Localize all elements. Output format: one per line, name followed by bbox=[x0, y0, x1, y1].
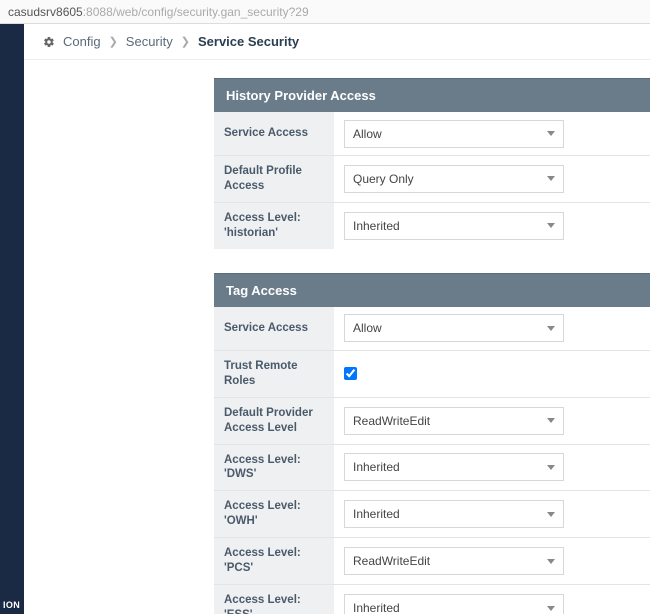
select-value: Inherited bbox=[353, 507, 400, 521]
section-history-provider-access: History Provider Access Service Access A… bbox=[214, 78, 650, 249]
select-value: Query Only bbox=[353, 172, 414, 186]
field-label: Trust Remote Roles bbox=[214, 351, 334, 397]
row-access-level-historian: Access Level: 'historian' Inherited bbox=[214, 203, 650, 249]
field-label: Access Level: 'ESS' bbox=[214, 585, 334, 614]
breadcrumb-item-security[interactable]: Security bbox=[126, 34, 173, 49]
chevron-down-icon bbox=[547, 176, 555, 181]
access-level-historian-select[interactable]: Inherited bbox=[344, 212, 564, 240]
field-label: Access Level: 'OWH' bbox=[214, 491, 334, 537]
select-value: Inherited bbox=[353, 601, 400, 614]
row-access-level-ess: Access Level: 'ESS' Inherited bbox=[214, 585, 650, 614]
access-level-pcs-select[interactable]: ReadWriteEdit bbox=[344, 547, 564, 575]
field-label: Access Level: 'PCS' bbox=[214, 538, 334, 584]
row-access-level-pcs: Access Level: 'PCS' ReadWriteEdit bbox=[214, 538, 650, 585]
url-host: casudsrv8605 bbox=[8, 5, 83, 19]
select-value: ReadWriteEdit bbox=[353, 554, 430, 568]
section-header: History Provider Access bbox=[214, 78, 650, 112]
field-label: Service Access bbox=[214, 112, 334, 155]
row-access-level-owh: Access Level: 'OWH' Inherited bbox=[214, 491, 650, 538]
trust-remote-roles-checkbox[interactable] bbox=[344, 367, 357, 380]
row-default-provider-access-level: Default Provider Access Level ReadWriteE… bbox=[214, 398, 650, 445]
chevron-down-icon bbox=[547, 223, 555, 228]
default-provider-access-level-select[interactable]: ReadWriteEdit bbox=[344, 407, 564, 435]
access-level-owh-select[interactable]: Inherited bbox=[344, 500, 564, 528]
field-label: Default Provider Access Level bbox=[214, 398, 334, 444]
service-access-select[interactable]: Allow bbox=[344, 120, 564, 148]
row-access-level-dws: Access Level: 'DWS' Inherited bbox=[214, 445, 650, 492]
select-value: Allow bbox=[353, 127, 382, 141]
select-value: ReadWriteEdit bbox=[353, 414, 430, 428]
gear-icon bbox=[42, 35, 55, 48]
row-service-access: Service Access Allow bbox=[214, 112, 650, 156]
rail-brand-text: ION bbox=[3, 600, 20, 610]
row-default-profile-access: Default Profile Access Query Only bbox=[214, 156, 650, 203]
chevron-right-icon: ❯ bbox=[181, 35, 190, 48]
select-value: Inherited bbox=[353, 460, 400, 474]
browser-url-bar: casudsrv8605:8088/web/config/security.ga… bbox=[0, 0, 650, 24]
access-level-dws-select[interactable]: Inherited bbox=[344, 453, 564, 481]
field-label: Access Level: 'historian' bbox=[214, 203, 334, 249]
url-rest: :8088/web/config/security.gan_security?2… bbox=[83, 5, 309, 19]
breadcrumb-current: Service Security bbox=[198, 34, 299, 49]
content-area: History Provider Access Service Access A… bbox=[24, 60, 650, 614]
chevron-down-icon bbox=[547, 606, 555, 611]
breadcrumb: Config ❯ Security ❯ Service Security bbox=[24, 24, 650, 60]
section-tag-access: Tag Access Service Access Allow Trust Re… bbox=[214, 273, 650, 614]
select-value: Allow bbox=[353, 321, 382, 335]
chevron-down-icon bbox=[547, 559, 555, 564]
chevron-down-icon bbox=[547, 418, 555, 423]
select-value: Inherited bbox=[353, 219, 400, 233]
section-header: Tag Access bbox=[214, 273, 650, 307]
breadcrumb-item-config[interactable]: Config bbox=[63, 34, 101, 49]
default-profile-access-select[interactable]: Query Only bbox=[344, 165, 564, 193]
chevron-down-icon bbox=[547, 326, 555, 331]
field-label: Access Level: 'DWS' bbox=[214, 445, 334, 491]
chevron-down-icon bbox=[547, 465, 555, 470]
chevron-right-icon: ❯ bbox=[109, 35, 118, 48]
access-level-ess-select[interactable]: Inherited bbox=[344, 594, 564, 614]
row-trust-remote-roles: Trust Remote Roles bbox=[214, 351, 650, 398]
tag-service-access-select[interactable]: Allow bbox=[344, 314, 564, 342]
left-nav-rail: ION bbox=[0, 24, 24, 614]
chevron-down-icon bbox=[547, 512, 555, 517]
field-label: Default Profile Access bbox=[214, 156, 334, 202]
field-label: Service Access bbox=[214, 307, 334, 350]
row-service-access: Service Access Allow bbox=[214, 307, 650, 351]
chevron-down-icon bbox=[547, 131, 555, 136]
